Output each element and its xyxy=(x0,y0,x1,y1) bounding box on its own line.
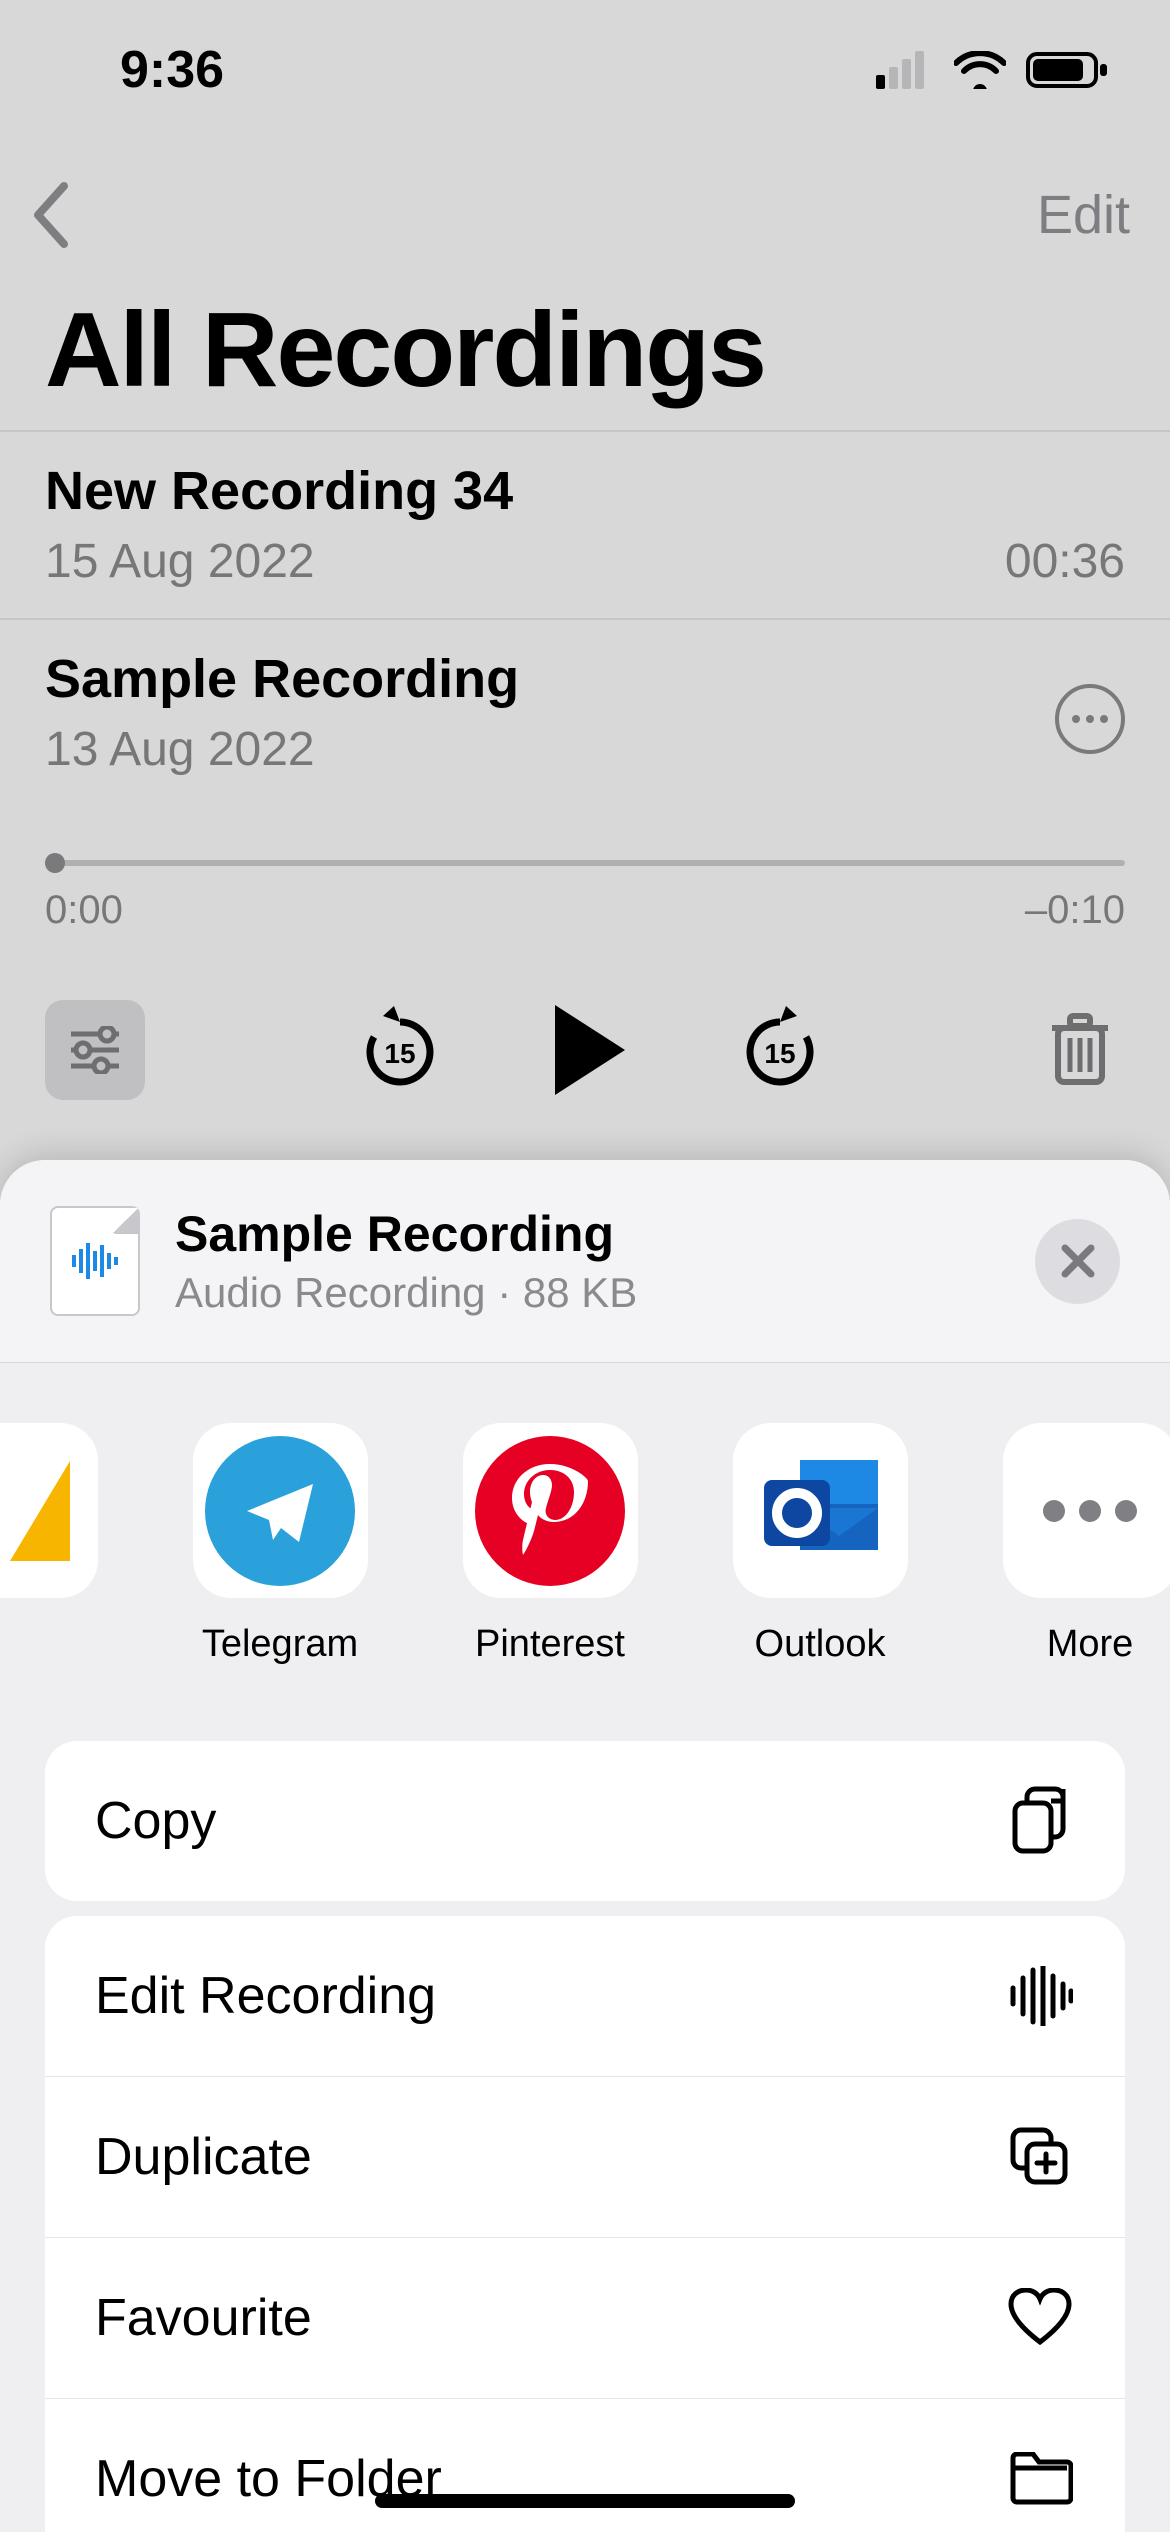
action-group: Copy xyxy=(45,1741,1125,1901)
more-icon xyxy=(1003,1423,1170,1598)
action-edit-recording[interactable]: Edit Recording xyxy=(45,1916,1125,2076)
duplicate-icon xyxy=(1005,2122,1075,2192)
share-app-partial[interactable] xyxy=(0,1423,110,1666)
action-copy[interactable]: Copy xyxy=(45,1741,1125,1901)
action-label: Edit Recording xyxy=(95,1966,436,2026)
skip-forward-15-button[interactable]: 15 xyxy=(735,1005,825,1095)
action-label: Duplicate xyxy=(95,2127,312,2187)
recording-duration: 00:36 xyxy=(1005,534,1125,589)
pinterest-icon xyxy=(463,1423,638,1598)
audio-file-icon xyxy=(50,1206,140,1316)
folder-icon xyxy=(1005,2444,1075,2514)
home-indicator[interactable] xyxy=(375,2494,795,2508)
battery-icon xyxy=(1026,50,1110,90)
share-app-label: More xyxy=(1047,1623,1134,1666)
edit-button[interactable]: Edit xyxy=(1037,184,1130,246)
back-button[interactable] xyxy=(30,180,70,250)
svg-text:15: 15 xyxy=(764,1038,795,1069)
share-sheet: Sample Recording Audio Recording · 88 KB… xyxy=(0,1160,1170,2532)
share-app-outlook[interactable]: Outlook xyxy=(720,1423,920,1666)
action-move-to-folder[interactable]: Move to Folder xyxy=(45,2398,1125,2532)
svg-text:15: 15 xyxy=(384,1038,415,1069)
drive-icon xyxy=(0,1423,98,1598)
status-time: 9:36 xyxy=(120,40,224,100)
action-label: Copy xyxy=(95,1791,216,1851)
share-item-subtitle: Audio Recording · 88 KB xyxy=(175,1269,1035,1317)
recording-date: 15 Aug 2022 xyxy=(45,534,315,589)
elapsed-time: 0:00 xyxy=(45,888,123,933)
playback-controls: 15 15 xyxy=(45,1000,1125,1100)
close-button[interactable] xyxy=(1035,1219,1120,1304)
skip-back-15-button[interactable]: 15 xyxy=(355,1005,445,1095)
nav-bar: Edit xyxy=(0,155,1170,275)
recording-row-selected[interactable]: Sample Recording 13 Aug 2022 xyxy=(45,648,1125,777)
playback-scrubber[interactable]: 0:00 –0:10 xyxy=(45,860,1125,933)
play-button[interactable] xyxy=(555,1005,625,1095)
status-bar: 9:36 xyxy=(0,0,1170,140)
wifi-icon xyxy=(954,51,1006,89)
action-label: Favourite xyxy=(95,2288,312,2348)
share-app-telegram[interactable]: Telegram xyxy=(180,1423,380,1666)
recording-title: Sample Recording xyxy=(45,648,1125,710)
share-app-label: Outlook xyxy=(755,1623,886,1666)
options-sliders-button[interactable] xyxy=(45,1000,145,1100)
action-favourite[interactable]: Favourite xyxy=(45,2237,1125,2398)
outlook-icon xyxy=(733,1423,908,1598)
share-app-label: Pinterest xyxy=(475,1623,625,1666)
share-app-more[interactable]: More xyxy=(990,1423,1170,1666)
delete-button[interactable] xyxy=(1035,1005,1125,1095)
waveform-icon xyxy=(1005,1961,1075,2031)
recording-title: New Recording 34 xyxy=(45,460,1125,522)
action-group: Edit Recording Duplicate Favourite Move … xyxy=(45,1916,1125,2532)
recording-row[interactable]: New Recording 34 15 Aug 2022 00:36 xyxy=(45,460,1125,589)
page-title: All Recordings xyxy=(45,290,765,411)
divider xyxy=(0,430,1170,432)
share-apps-row[interactable]: Telegram Pinterest Outlook More xyxy=(0,1363,1170,1726)
divider xyxy=(0,618,1170,620)
more-actions-button[interactable] xyxy=(1055,684,1125,754)
recording-date: 13 Aug 2022 xyxy=(45,722,315,777)
action-duplicate[interactable]: Duplicate xyxy=(45,2076,1125,2237)
cellular-icon xyxy=(876,51,934,89)
remaining-time: –0:10 xyxy=(1025,888,1125,933)
telegram-icon xyxy=(193,1423,368,1598)
heart-icon xyxy=(1005,2283,1075,2353)
share-app-pinterest[interactable]: Pinterest xyxy=(450,1423,650,1666)
share-app-label: Telegram xyxy=(202,1623,358,1666)
copy-icon xyxy=(1005,1786,1075,1856)
share-sheet-header: Sample Recording Audio Recording · 88 KB xyxy=(0,1160,1170,1363)
share-item-title: Sample Recording xyxy=(175,1205,1035,1263)
